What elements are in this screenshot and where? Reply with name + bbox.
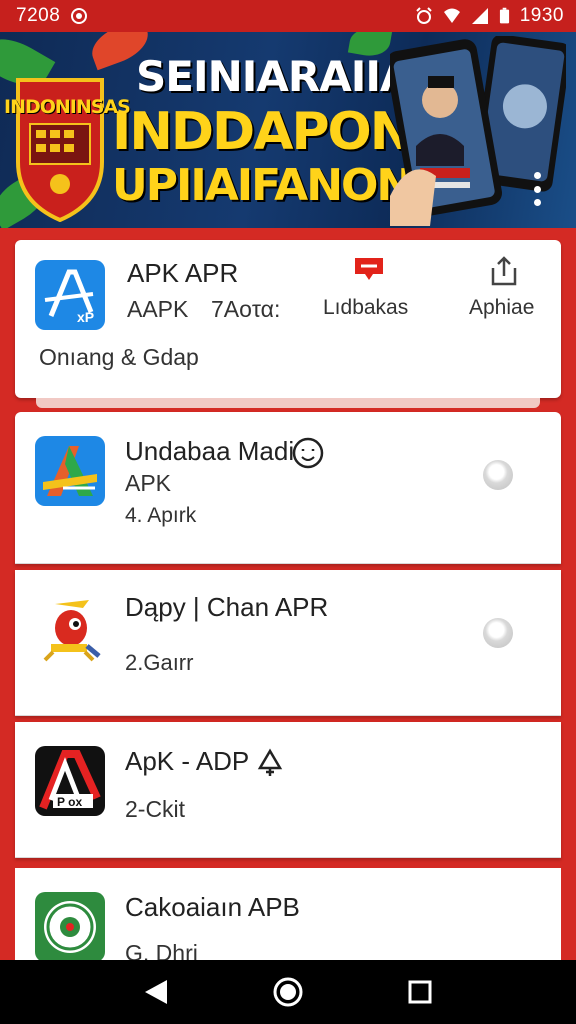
back-triangle-icon [145,980,167,1004]
app-sub2: 2.Gaırr [125,650,194,675]
featured-app-name: APK APR [127,258,239,288]
a-black-red-icon: P ox [35,746,105,816]
reviews-label: Lıdbakas [323,296,409,319]
battery-icon [499,7,509,24]
featured-app-category: Onıang & Gdap [39,344,199,370]
svg-text:P ox: P ox [57,795,82,809]
more-vert-icon[interactable] [532,172,542,206]
app-name: ApK - ADP [125,746,250,776]
list-item[interactable]: Undabaa Madi APK 4. Apırk [15,412,561,564]
back-button[interactable] [136,972,176,1012]
app-name: Cakoaiaın APB [125,892,300,922]
select-radio[interactable] [483,618,513,648]
apk-apr-icon: xP [35,260,105,330]
card-shadow-edge [36,398,540,408]
red-flag-icon [355,258,383,280]
shield-emblem-icon [16,78,104,222]
featured-app-sub1: AAPK [127,296,189,322]
promo-banner[interactable]: INDONINSAS SEINIARAIIA INDDAPONIA UPIIAI… [0,32,576,228]
app-name: Dąpy | Chan APR [125,592,329,622]
status-bar: 7208 1930 [0,0,576,32]
app-sub1: APK [125,470,172,496]
mascot-icon [35,594,105,664]
list-item[interactable]: Cakoaiaın APB G. Dhri [15,868,561,972]
app-list: Undabaa Madi APK 4. Apırk Dąpy | Chan AP… [15,412,561,972]
record-icon [71,8,88,24]
status-time-left: 7208 [16,5,61,26]
list-item[interactable]: P ox ApK - ADP 2-Ckit [15,722,561,858]
green-emblem-icon [35,892,105,962]
status-time-right: 1930 [519,5,564,26]
list-item[interactable]: Dąpy | Chan APR 2.Gaırr [15,570,561,716]
banner-title-line1: SEINIARAIIA [136,52,412,101]
app-name: Undabaa Madi [125,436,295,466]
select-radio[interactable] [483,460,513,490]
home-circle-icon [273,977,303,1007]
featured-app-card[interactable]: xP APK APR AAPK 7Aoτα: Onıang & Gdap Lıd… [15,240,561,398]
wifi-icon [443,8,460,23]
bell-icon [257,748,283,776]
signal-icon [471,8,488,24]
featured-app-sub2: 7Aoτα: [211,296,281,322]
app-sub2: 4. Apırk [125,504,197,527]
svg-text:xP: xP [77,309,94,325]
recents-button[interactable] [400,972,440,1012]
share-button[interactable]: Aphiae [463,254,553,324]
recents-square-icon [408,980,432,1004]
app-sub2: 2-Ckit [125,796,186,822]
smile-icon [292,437,324,469]
share-label: Aphiae [469,296,535,319]
share-icon [491,256,517,286]
reviews-button[interactable]: Lıdbakas [315,254,425,324]
alarm-icon [416,7,432,24]
apk-logo-icon [35,436,105,506]
navigation-bar [0,960,576,1024]
shield-text: INDONINSAS [4,96,131,118]
home-button[interactable] [268,972,308,1012]
